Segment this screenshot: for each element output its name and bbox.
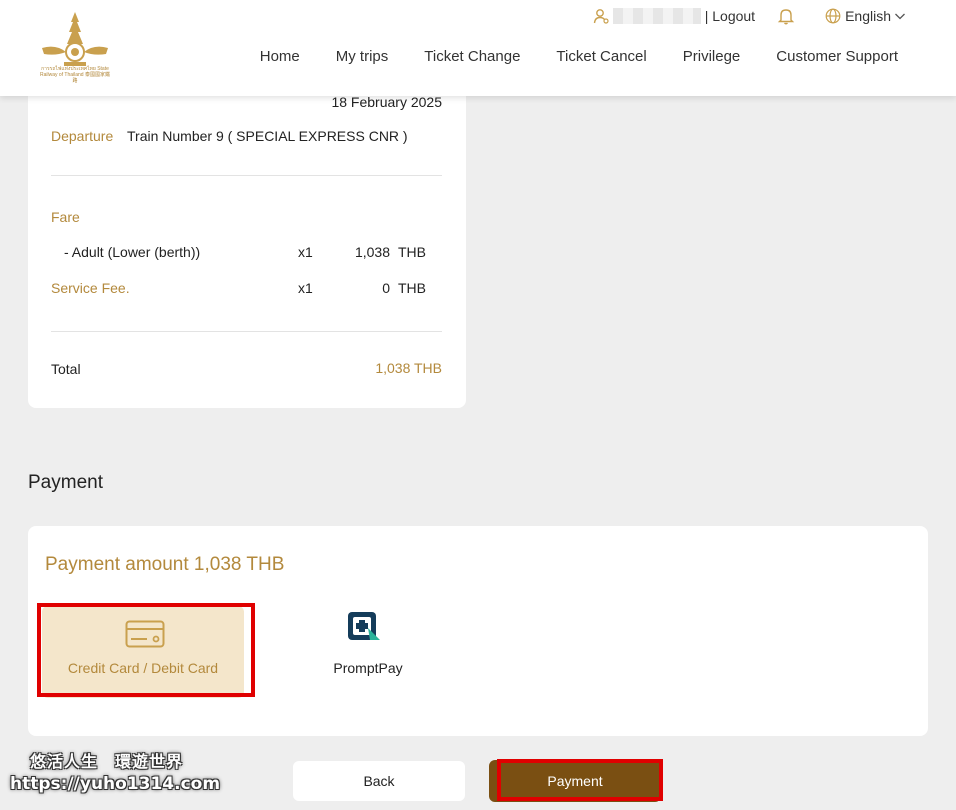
service-fee-currency: THB [398, 280, 426, 296]
payment-heading: Payment [28, 472, 103, 493]
trip-date: 18 February 2025 [331, 94, 442, 110]
top-bar: | Logout English [593, 6, 906, 26]
fare-item-currency: THB [398, 244, 426, 260]
payment-method-promptpay[interactable]: PromptPay [318, 610, 418, 680]
payment-card: Payment amount 1,038 THB Credit Card / D… [28, 526, 928, 736]
watermark-url: https://yuho1314.com [10, 774, 221, 794]
fare-label: Fare [51, 209, 80, 225]
fare-item-name: - Adult (Lower (berth)) [64, 244, 201, 260]
nav-privilege[interactable]: Privilege [683, 48, 741, 65]
departure-label: Departure [51, 128, 114, 144]
nav-customer-support[interactable]: Customer Support [776, 48, 898, 65]
blurred-username [612, 8, 701, 24]
payment-amount: Payment amount 1,038 THB [45, 554, 285, 575]
departure-train: Train Number 9 ( SPECIAL EXPRESS CNR ) [127, 128, 408, 144]
logout-link[interactable]: | Logout [705, 8, 755, 24]
total-label: Total [51, 361, 81, 377]
logo-caption: การรถไฟแห่งประเทศไทย State Railway of Th… [40, 66, 110, 84]
chevron-down-icon[interactable] [894, 10, 906, 22]
site-header: การรถไฟแห่งประเทศไทย State Railway of Th… [0, 0, 956, 96]
watermark-line1: 悠活人生 環遊世界 [30, 752, 184, 771]
globe-icon [825, 8, 841, 24]
main-nav: Home My trips Ticket Change Ticket Cance… [224, 48, 898, 65]
service-fee-amount: 0 [382, 280, 390, 296]
nav-ticket-cancel[interactable]: Ticket Cancel [556, 48, 646, 65]
total-value: 1,038 THB [375, 360, 442, 376]
nav-my-trips[interactable]: My trips [336, 48, 389, 65]
promptpay-label: PromptPay [333, 660, 403, 676]
watermark: 悠活人生 環遊世界 https://yuho1314.com [10, 748, 230, 794]
service-fee-qty: x1 [298, 280, 313, 296]
service-fee-label: Service Fee. [51, 280, 130, 296]
divider [51, 331, 442, 332]
fare-item-qty: x1 [298, 244, 313, 260]
payment-button[interactable]: Payment [489, 760, 661, 802]
selection-highlight-box [37, 603, 255, 697]
promptpay-icon [348, 612, 380, 640]
language-selector[interactable]: English [845, 8, 891, 24]
nav-ticket-change[interactable]: Ticket Change [424, 48, 520, 65]
back-button[interactable]: Back [293, 761, 465, 801]
divider [51, 175, 442, 176]
fare-item-amount: 1,038 [354, 244, 390, 260]
trip-summary-card: 18 February 2025 Departure Train Number … [28, 80, 466, 408]
user-icon [593, 9, 609, 24]
nav-home[interactable]: Home [260, 48, 300, 65]
bell-icon[interactable] [777, 7, 795, 25]
